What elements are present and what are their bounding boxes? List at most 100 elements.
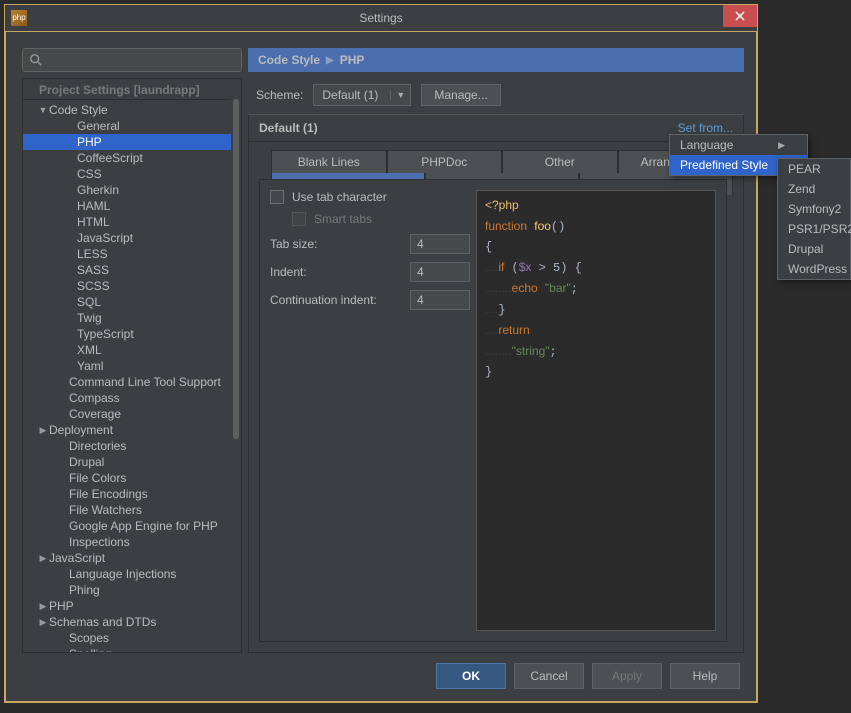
tree-item[interactable]: Command Line Tool Support xyxy=(23,374,231,390)
tree-item[interactable]: ▶Schemas and DTDs xyxy=(23,614,231,630)
menu-item[interactable]: Zend xyxy=(778,179,850,199)
tree-item[interactable]: PHP xyxy=(23,134,231,150)
tree-item-label: Twig xyxy=(77,311,102,325)
tree-item[interactable]: TypeScript xyxy=(23,326,231,342)
apply-button: Apply xyxy=(592,663,662,689)
tree-item-label: SQL xyxy=(77,295,101,309)
tree-item-label: General xyxy=(77,119,120,133)
tree-item[interactable]: HAML xyxy=(23,198,231,214)
close-icon xyxy=(735,11,745,21)
tree-item[interactable]: SASS xyxy=(23,262,231,278)
tab[interactable]: Blank Lines xyxy=(271,150,387,173)
continuation-indent-input[interactable] xyxy=(410,290,470,310)
tree-item[interactable]: Inspections xyxy=(23,534,231,550)
titlebar: php Settings xyxy=(5,5,757,31)
predefined-style-submenu[interactable]: PEARZendSymfony2PSR1/PSR2DrupalWordPress xyxy=(777,158,851,280)
tree-item[interactable]: LESS xyxy=(23,246,231,262)
menu-item[interactable]: Drupal xyxy=(778,239,850,259)
continuation-indent-row: Continuation indent: xyxy=(270,290,470,310)
tree-item[interactable]: SQL xyxy=(23,294,231,310)
menu-item[interactable]: Symfony2 xyxy=(778,199,850,219)
tree-item[interactable]: Spelling xyxy=(23,646,231,652)
tree-item[interactable]: ▶JavaScript xyxy=(23,550,231,566)
ok-button[interactable]: OK xyxy=(436,663,506,689)
manage-button[interactable]: Manage... xyxy=(421,84,500,106)
tab[interactable]: PHPDoc xyxy=(387,150,503,173)
tree-item[interactable]: Twig xyxy=(23,310,231,326)
search-input[interactable] xyxy=(22,48,242,72)
tree-item[interactable]: CoffeeScript xyxy=(23,150,231,166)
dialog-body: Project Settings [laundrapp]▼Code StyleG… xyxy=(6,32,756,701)
code-style-panel: Default (1) Set from... Blank LinesPHPDo… xyxy=(248,114,744,653)
tree-item-label: TypeScript xyxy=(77,327,134,341)
tree-item[interactable]: Gherkin xyxy=(23,182,231,198)
menu-item[interactable]: PSR1/PSR2 xyxy=(778,219,850,239)
tree-item[interactable]: Drupal xyxy=(23,454,231,470)
tree-item-label: LESS xyxy=(77,247,108,261)
settings-tree: Project Settings [laundrapp]▼Code StyleG… xyxy=(22,78,242,653)
indent-row: Indent: xyxy=(270,262,470,282)
breadcrumb-current: PHP xyxy=(340,53,365,67)
tree-item[interactable]: Directories xyxy=(23,438,231,454)
form-column: Use tab character Smart tabs Tab size: xyxy=(270,190,470,631)
tree-item[interactable]: General xyxy=(23,118,231,134)
smart-tabs-row: Smart tabs xyxy=(270,212,470,226)
tree-item[interactable]: HTML xyxy=(23,214,231,230)
help-button[interactable]: Help xyxy=(670,663,740,689)
set-from-link[interactable]: Set from... xyxy=(678,121,733,135)
menu-item[interactable]: PEAR xyxy=(778,159,850,179)
tree-item-label: Compass xyxy=(69,391,120,405)
menu-item[interactable]: WordPress xyxy=(778,259,850,279)
tree-item[interactable]: File Watchers xyxy=(23,502,231,518)
tree-item[interactable]: ▶Deployment xyxy=(23,422,231,438)
tree-item[interactable]: Google App Engine for PHP xyxy=(23,518,231,534)
tree-item[interactable]: XML xyxy=(23,342,231,358)
tree-arrow-icon: ▼ xyxy=(37,105,49,115)
tree-item[interactable]: ▼Code Style xyxy=(23,102,231,118)
cancel-button[interactable]: Cancel xyxy=(514,663,584,689)
tree-item-label: File Watchers xyxy=(69,503,142,517)
breadcrumb: Code Style ▶ PHP xyxy=(248,48,744,72)
tree-header: Project Settings [laundrapp] xyxy=(23,81,231,100)
tabs-row-1: Blank LinesPHPDocOtherArrangement xyxy=(271,150,733,173)
tree-item-label: JavaScript xyxy=(49,551,105,565)
scheme-combo[interactable]: Default (1) ▼ xyxy=(313,84,411,106)
settings-dialog: php Settings Project Settings [laundrapp… xyxy=(4,4,758,703)
menu-item[interactable]: Language▶ xyxy=(670,135,807,155)
tree-item-label: Directories xyxy=(69,439,126,453)
tab-size-input[interactable] xyxy=(410,234,470,254)
tree-item-label: Gherkin xyxy=(77,183,119,197)
indent-input[interactable] xyxy=(410,262,470,282)
tree-item-label: Language Injections xyxy=(69,567,176,581)
close-button[interactable] xyxy=(723,5,757,27)
tree-item-label: CSS xyxy=(77,167,102,181)
tree-item-label: SASS xyxy=(77,263,109,277)
tree-item-label: SCSS xyxy=(77,279,110,293)
use-tab-character-row[interactable]: Use tab character xyxy=(270,190,470,204)
tree-item-label: Schemas and DTDs xyxy=(49,615,156,629)
tree-item[interactable]: JavaScript xyxy=(23,230,231,246)
checkbox-icon xyxy=(292,212,306,226)
tree-item-label: Deployment xyxy=(49,423,113,437)
tree-item[interactable]: Scopes xyxy=(23,630,231,646)
tree-item[interactable]: SCSS xyxy=(23,278,231,294)
tree-item[interactable]: Compass xyxy=(23,390,231,406)
tree-item[interactable]: CSS xyxy=(23,166,231,182)
left-panel: Project Settings [laundrapp]▼Code StyleG… xyxy=(22,48,242,653)
tree-item-label: Scopes xyxy=(69,631,109,645)
tree-item[interactable]: ▶PHP xyxy=(23,598,231,614)
checkbox-icon[interactable] xyxy=(270,190,284,204)
breadcrumb-parent[interactable]: Code Style xyxy=(258,53,320,67)
tree-item[interactable]: Yaml xyxy=(23,358,231,374)
tree-item[interactable]: File Colors xyxy=(23,470,231,486)
tree-scrollbar[interactable] xyxy=(233,99,239,439)
tree-item[interactable]: Phing xyxy=(23,582,231,598)
tree-item[interactable]: Language Injections xyxy=(23,566,231,582)
window-title: Settings xyxy=(359,11,402,25)
tab[interactable]: Other xyxy=(502,150,618,173)
tree-arrow-icon: ▶ xyxy=(37,425,49,436)
search-icon xyxy=(29,53,43,67)
code-preview: <?php function foo() { ....if ($x > 5) {… xyxy=(476,190,716,631)
tree-item[interactable]: Coverage xyxy=(23,406,231,422)
tree-item[interactable]: File Encodings xyxy=(23,486,231,502)
